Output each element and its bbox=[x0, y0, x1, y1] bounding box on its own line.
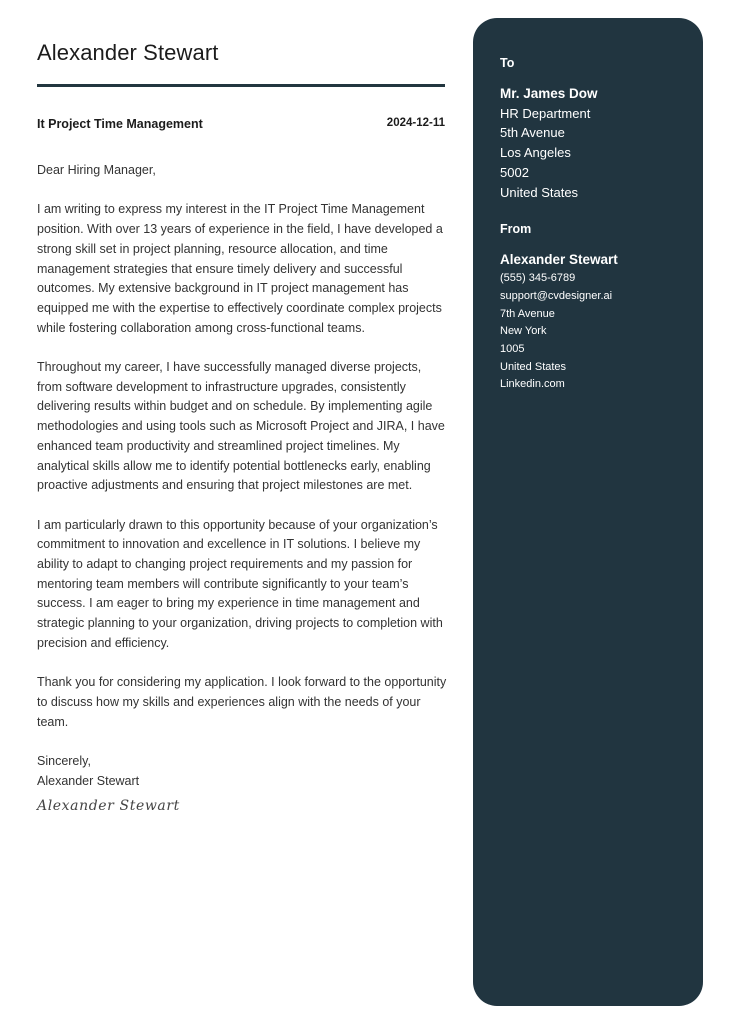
sender-block: From Alexander Stewart (555) 345-6789 su… bbox=[500, 222, 690, 394]
sidebar-content: To Mr. James Dow HR Department 5th Avenu… bbox=[500, 56, 690, 394]
paragraph: I am particularly drawn to this opportun… bbox=[37, 517, 443, 650]
letter-body: Dear Hiring Manager, I am writing to exp… bbox=[37, 161, 449, 817]
recipient-country: United States bbox=[500, 184, 579, 200]
sender-name: Alexander Stewart bbox=[500, 252, 618, 268]
salutation: Dear Hiring Manager, bbox=[37, 163, 156, 177]
sender-country: United States bbox=[500, 360, 567, 373]
from-heading: From bbox=[500, 222, 532, 237]
sender-email[interactable]: support@cvdesigner.ai bbox=[500, 288, 690, 306]
paragraph: I am writing to express my interest in t… bbox=[37, 202, 443, 335]
letter-subject: It Project Time Management bbox=[37, 117, 203, 131]
sender-name-title: Alexander Stewart bbox=[37, 40, 219, 65]
sender-linkedin[interactable]: Linkedin.com bbox=[500, 376, 690, 394]
recipient-block: To Mr. James Dow HR Department 5th Avenu… bbox=[500, 56, 690, 202]
paragraph: Throughout my career, I have successfull… bbox=[37, 360, 445, 493]
sender-city: New York bbox=[500, 325, 547, 338]
sender-phone: (555) 345-6789 bbox=[500, 272, 576, 285]
closing: Sincerely, bbox=[37, 754, 91, 769]
header-divider bbox=[37, 84, 445, 87]
sender-postal-code: 1005 bbox=[500, 343, 525, 356]
paragraph: Thank you for considering my application… bbox=[37, 675, 447, 729]
recipient-department: HR Department bbox=[500, 105, 591, 121]
closing-name: Alexander Stewart bbox=[37, 773, 140, 788]
recipient-name: Mr. James Dow bbox=[500, 86, 598, 101]
letter-date: 2024-12-11 bbox=[386, 117, 445, 129]
sender-street: 7th Avenue bbox=[500, 307, 555, 320]
address-sidebar: To Mr. James Dow HR Department 5th Avenu… bbox=[473, 18, 703, 1006]
recipient-street: 5th Avenue bbox=[500, 125, 565, 141]
recipient-postal-code: 5002 bbox=[500, 164, 529, 180]
to-heading: To bbox=[500, 56, 515, 70]
signature: Alexander Stewart bbox=[37, 798, 180, 815]
recipient-city: Los Angeles bbox=[500, 145, 571, 161]
